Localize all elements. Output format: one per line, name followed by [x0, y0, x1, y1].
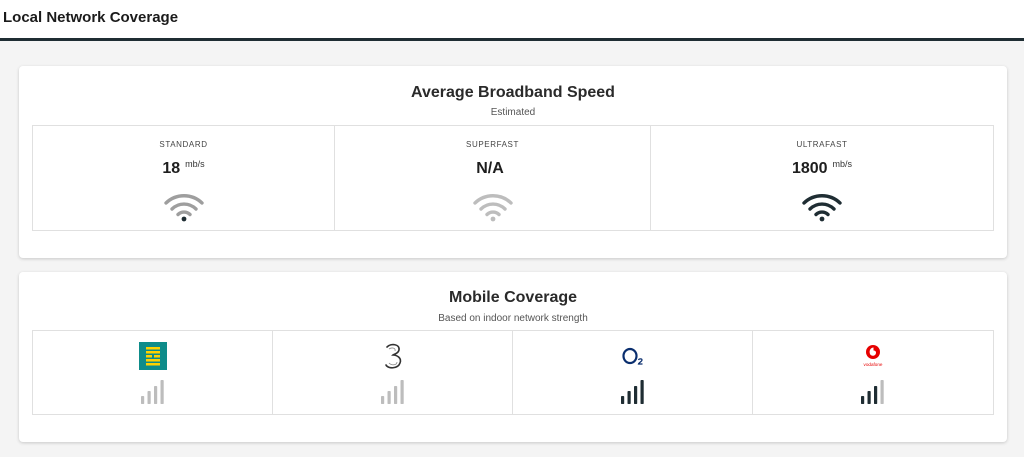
speed-unit: mb/s	[185, 159, 205, 169]
provider-o2	[513, 331, 753, 414]
wifi-arc-1	[472, 194, 513, 205]
broadband-tiers: STANDARD 18 mb/s SUPERFAST N/A ULTRAFAST …	[32, 125, 994, 231]
three-logo	[384, 343, 401, 369]
wifi-arc-2	[808, 202, 836, 211]
svg-text:vodafone: vodafone	[864, 362, 883, 367]
signal-bar-4	[160, 380, 164, 404]
signal-bar-3	[633, 386, 637, 404]
tier-speed: N/A	[335, 159, 650, 178]
vodafone-logo: vodafone	[864, 345, 883, 367]
signal-bar-1	[620, 396, 624, 404]
signal-bar-2	[387, 391, 391, 404]
provider-vodafone: vodafone	[753, 331, 993, 414]
mobile-title: Mobile Coverage	[448, 289, 578, 306]
signal-bar-3	[874, 386, 878, 404]
signal-bar-2	[867, 391, 871, 404]
speed-unit: mb/s	[832, 159, 853, 169]
signal-bar-4	[640, 380, 644, 404]
signal-bar-4	[400, 380, 404, 404]
signal-bar-3	[153, 386, 157, 404]
o2-logo	[621, 347, 643, 365]
signal-bars-icon	[861, 380, 884, 404]
wifi-arc-3	[814, 210, 830, 217]
signal-bar-2	[627, 391, 631, 404]
broadband-speed-card: Average Broadband Speed Estimated STANDA…	[19, 66, 1007, 258]
tier-standard: STANDARD 18 mb/s	[33, 126, 335, 230]
tier-speed: 1800 mb/s	[651, 159, 993, 178]
speed-value: 1800	[791, 160, 828, 177]
signal-bar-1	[380, 396, 384, 404]
signal-bar-3	[393, 386, 397, 404]
wifi-arc-1	[163, 194, 204, 205]
wifi-arc-1	[802, 194, 842, 205]
signal-bar-1	[140, 396, 144, 404]
mobile-coverage-card: Mobile Coverage Based on indoor network …	[19, 272, 1007, 442]
tier-ultrafast: ULTRAFAST 1800 mb/s	[651, 126, 993, 230]
tier-speed: 18 mb/s	[33, 159, 334, 178]
tier-label: STANDARD	[159, 140, 208, 149]
provider-ee	[33, 331, 273, 414]
mobile-subtitle: Based on indoor network strength	[438, 313, 588, 324]
wifi-dot	[490, 216, 495, 222]
speed-value: N/A	[476, 160, 504, 177]
tier-label: ULTRAFAST	[796, 140, 848, 149]
mobile-providers: vodafone	[32, 330, 994, 415]
signal-bar-2	[147, 391, 151, 404]
wifi-icon	[472, 194, 513, 222]
wifi-dot	[181, 216, 186, 222]
wifi-arc-3	[175, 210, 192, 217]
signal-bars-icon	[140, 380, 164, 404]
wifi-icon	[802, 194, 842, 222]
wifi-arc-2	[478, 202, 507, 211]
wifi-dot	[819, 216, 825, 222]
wifi-icon	[163, 194, 204, 222]
signal-bars-icon	[620, 380, 644, 404]
broadband-subtitle: Estimated	[490, 107, 536, 118]
tier-label: SUPERFAST	[466, 140, 519, 149]
tier-superfast: SUPERFAST N/A	[335, 126, 651, 230]
signal-bar-1	[861, 396, 865, 404]
top-bar: Local Network Coverage	[0, 0, 1024, 41]
broadband-title: Average Broadband Speed	[411, 84, 615, 101]
page-title: Local Network Coverage	[3, 9, 179, 26]
signal-bar-4	[880, 380, 884, 404]
wifi-arc-2	[169, 202, 198, 211]
ee-logo	[138, 342, 167, 370]
speed-value: 18	[162, 160, 181, 177]
wifi-arc-3	[484, 210, 501, 217]
provider-three	[273, 331, 513, 414]
signal-bars-icon	[380, 380, 404, 404]
